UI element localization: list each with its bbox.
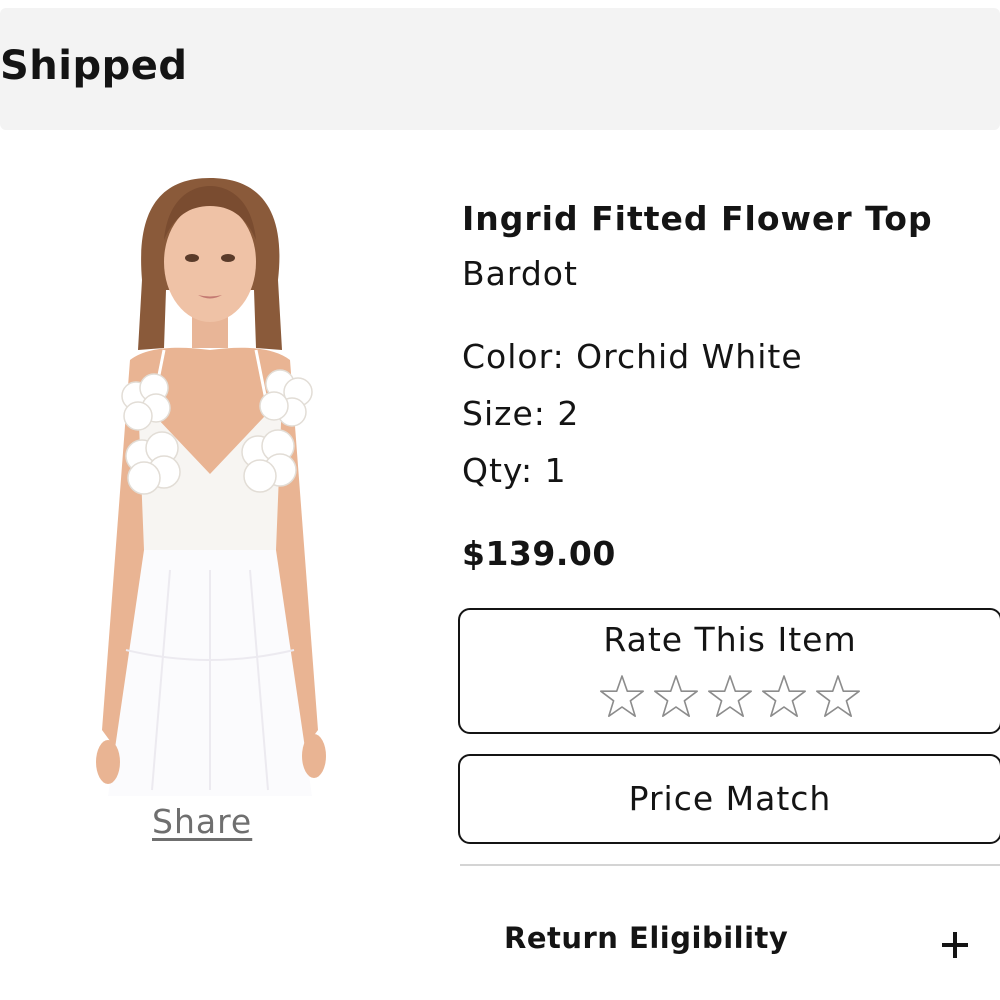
return-eligibility-label: Return Eligibility — [504, 921, 789, 955]
rate-item-title: Rate This Item — [603, 620, 857, 659]
order-status-label: Shipped — [0, 43, 188, 89]
product-quantity: Qty: 1 — [462, 451, 567, 490]
order-item-page: Shipped Share Ingrid Fitted Flower Top B… — [0, 0, 1000, 1000]
product-color: Color: Orchid White — [462, 337, 803, 376]
price-match-button[interactable]: Price Match — [458, 754, 1000, 844]
star-rating[interactable] — [460, 672, 1000, 724]
star-5-icon[interactable] — [812, 672, 864, 724]
product-size: Size: 2 — [462, 394, 580, 433]
return-eligibility-accordion[interactable]: Return Eligibility — [460, 900, 1000, 980]
star-1-icon[interactable] — [596, 672, 648, 724]
product-price: $139.00 — [462, 534, 616, 573]
star-3-icon[interactable] — [704, 672, 756, 724]
rate-item-panel[interactable]: Rate This Item — [458, 608, 1000, 734]
star-2-icon[interactable] — [650, 672, 702, 724]
section-divider — [460, 864, 1000, 866]
product-brand: Bardot — [462, 254, 578, 293]
product-image[interactable] — [60, 170, 360, 800]
product-name[interactable]: Ingrid Fitted Flower Top — [462, 196, 933, 242]
plus-icon[interactable] — [942, 932, 968, 958]
share-link[interactable]: Share — [152, 800, 252, 844]
star-4-icon[interactable] — [758, 672, 810, 724]
